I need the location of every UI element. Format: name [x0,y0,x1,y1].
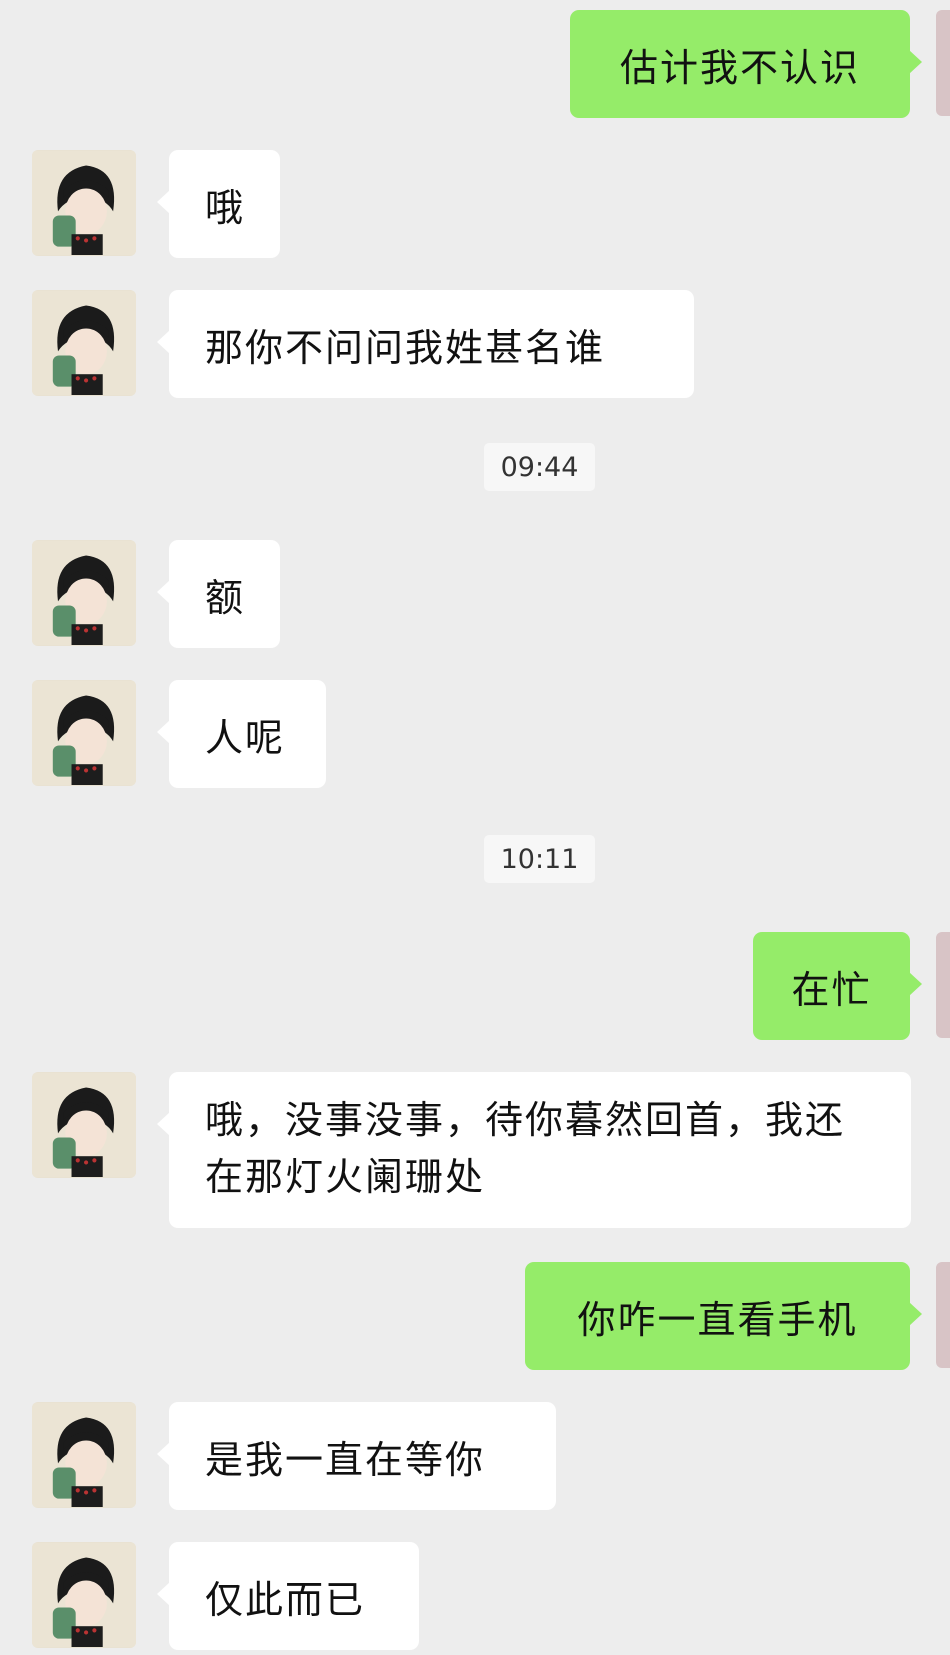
self-avatar-icon[interactable] [936,1262,950,1368]
message-row: 在忙 [0,932,950,1040]
message-row: 哦，没事没事，待你暮然回首，我还在那灯火阑珊处 [0,1072,950,1228]
message-row: 那你不问问我姓甚名谁 [0,290,950,398]
message-row: 哦 [0,150,950,258]
message-row: 你咋一直看手机 [0,1262,950,1370]
message-bubble-outgoing[interactable]: 在忙 [753,932,922,1040]
message-row: 仅此而已 [0,1542,950,1650]
self-avatar-icon[interactable] [936,932,950,1038]
contact-avatar-icon[interactable] [32,540,136,646]
contact-avatar-icon[interactable] [32,290,136,396]
message-bubble-outgoing[interactable]: 你咋一直看手机 [525,1262,922,1370]
message-bubble-incoming[interactable]: 额 [157,540,280,648]
timestamp: 09:44 [484,443,595,491]
message-row: 人呢 [0,680,950,788]
contact-avatar-icon[interactable] [32,150,136,256]
message-row: 估计我不认识 [0,10,950,118]
timestamp: 10:11 [484,835,595,883]
message-bubble-incoming[interactable]: 人呢 [157,680,326,788]
message-row: 额 [0,540,950,648]
message-bubble-incoming[interactable]: 是我一直在等你 [157,1402,556,1510]
message-bubble-incoming[interactable]: 那你不问问我姓甚名谁 [157,290,694,398]
message-bubble-outgoing[interactable]: 估计我不认识 [570,10,922,118]
contact-avatar-icon[interactable] [32,680,136,786]
message-bubble-incoming[interactable]: 哦，没事没事，待你暮然回首，我还在那灯火阑珊处 [157,1072,911,1228]
contact-avatar-icon[interactable] [32,1072,136,1178]
message-row: 是我一直在等你 [0,1402,950,1510]
self-avatar-icon[interactable] [936,10,950,116]
message-bubble-incoming[interactable]: 仅此而已 [157,1542,419,1650]
message-bubble-incoming[interactable]: 哦 [157,150,280,258]
contact-avatar-icon[interactable] [32,1542,136,1648]
contact-avatar-icon[interactable] [32,1402,136,1508]
